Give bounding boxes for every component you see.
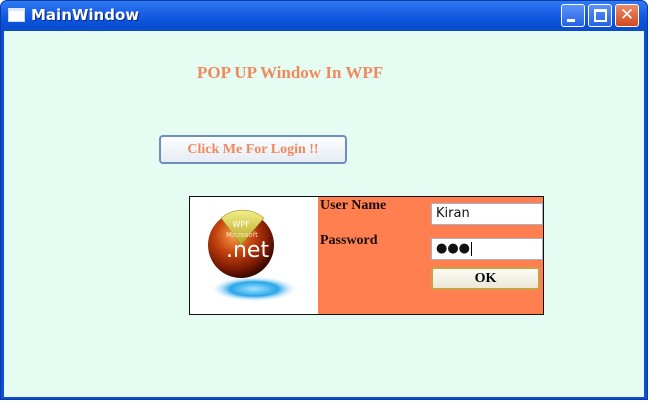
login-popup: WPF Microsoft .net User Name Kiran Passw… [189, 196, 544, 315]
ok-button[interactable]: OK [431, 267, 540, 290]
window-icon [8, 8, 25, 22]
dotnet-logo: WPF Microsoft .net [190, 197, 318, 314]
dotnet-logo-graphic: WPF Microsoft .net [208, 209, 298, 302]
window-title: MainWindow [31, 6, 140, 24]
minimize-button[interactable] [561, 4, 585, 27]
login-form: User Name Kiran Password ●●● OK [318, 197, 543, 314]
password-input[interactable]: ●●● [431, 238, 543, 260]
username-value: Kiran [436, 206, 470, 221]
close-button[interactable]: ✕ [615, 4, 639, 27]
text-caret [471, 241, 473, 256]
title-bar[interactable]: MainWindow ✕ [1, 1, 647, 31]
maximize-icon [594, 9, 607, 22]
username-input[interactable]: Kiran [431, 203, 543, 225]
password-label: Password [320, 233, 378, 248]
page-heading: POP UP Window In WPF [197, 63, 384, 82]
client-area: POP UP Window In WPF Click Me For Login … [4, 31, 644, 397]
login-button[interactable]: Click Me For Login !! [159, 135, 347, 164]
username-label: User Name [320, 198, 387, 213]
minimize-icon [567, 19, 575, 22]
dotnet-label: .net [226, 238, 269, 263]
main-window: MainWindow ✕ POP UP Window In WPF Click … [0, 0, 648, 400]
wpf-label: WPF [232, 220, 250, 229]
password-value: ●●● [436, 241, 471, 256]
close-icon: ✕ [619, 5, 635, 25]
maximize-button[interactable] [588, 4, 612, 27]
